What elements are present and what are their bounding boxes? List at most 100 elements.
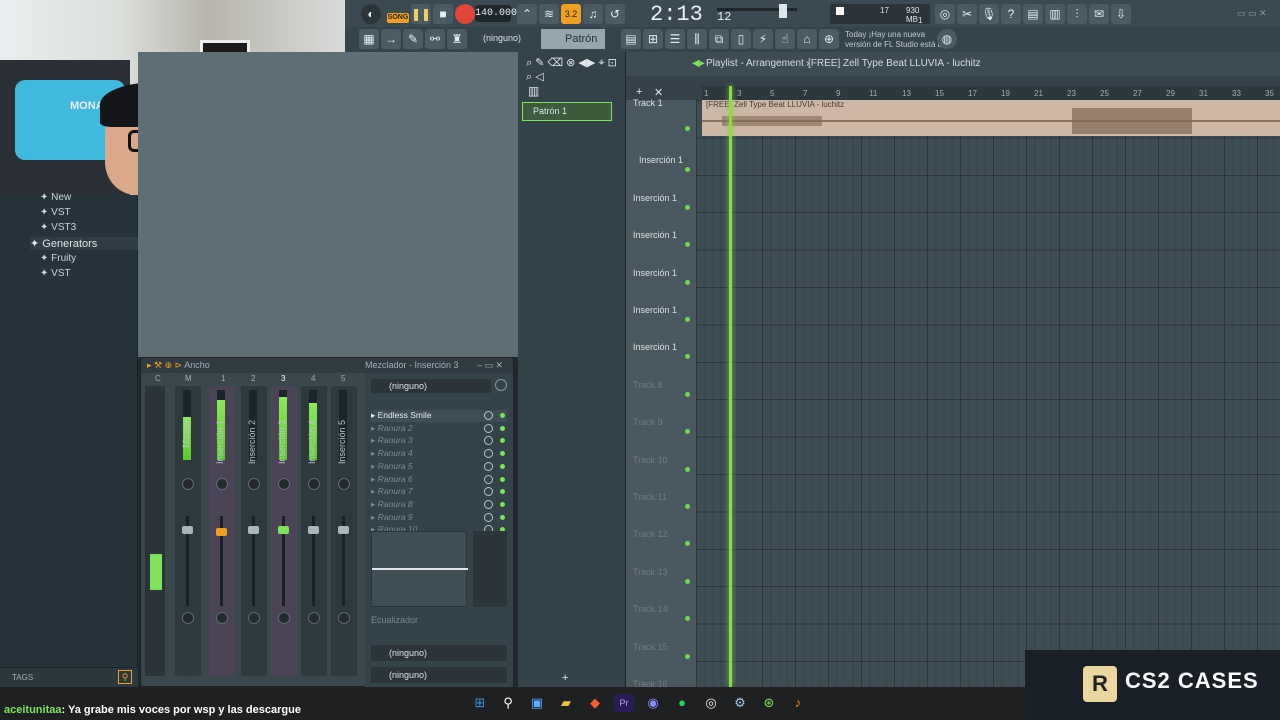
volume-handle[interactable] [779,4,787,18]
time-display[interactable]: 2:13 [650,2,703,27]
tags-bar[interactable]: TAGS ⚲ [0,667,138,687]
preset-select[interactable]: (ninguno) [483,33,521,43]
send-knob[interactable] [338,612,350,624]
track-header[interactable]: Track 12 [629,513,695,549]
link-icon[interactable]: ⚯ [425,29,445,49]
file-icon[interactable]: ▯ [731,29,751,49]
mixer-icon[interactable]: ⫶ [1067,4,1087,24]
slot-enable-led[interactable] [500,425,505,431]
chat-icon[interactable]: ✉ [1089,4,1109,24]
mix-knob[interactable] [484,512,493,522]
globe-icon[interactable]: ◍ [937,29,957,49]
search-taskbar-icon[interactable]: ⚲ [498,694,518,712]
slot-enable-led[interactable] [500,476,505,482]
slot-enable-led[interactable] [500,489,505,495]
effect-slot[interactable]: ▸ Ranura 8 [371,499,507,511]
browser-item-vst[interactable]: ✦ VST [40,207,71,218]
slot-enable-led[interactable] [500,451,505,457]
tools-icon[interactable]: ✂ [957,4,977,24]
track-header[interactable]: Inserción 1 [629,139,695,175]
output-b-select[interactable]: (ninguno) [371,667,507,683]
track-header[interactable]: Track 10 [629,439,695,475]
metronome-icon[interactable]: ⌃ [517,4,537,24]
browser-item-generators[interactable]: ✦ Generators [30,237,138,250]
add-pattern-icon[interactable]: + [562,672,568,684]
pan-knob[interactable] [308,478,320,490]
pencil-icon[interactable]: ✎ [403,29,423,49]
tempo-display[interactable]: 140.000 [475,5,517,22]
slot-enable-led[interactable] [500,463,505,469]
mix-knob[interactable] [484,499,493,509]
stamp-icon[interactable]: ♜ [447,29,467,49]
track-enable-led[interactable] [685,204,690,210]
eq-graph[interactable] [371,531,468,607]
mixer-titlebar[interactable]: ▸ ⚒ ⊕ ⊳ Ancho Mezclador - Inserción 3 – … [141,358,513,373]
loop-record-icon[interactable]: ↺ [605,4,625,24]
channel-rack-icon[interactable]: ☰ [665,29,685,49]
fader-cap[interactable] [308,526,319,534]
slot-enable-led[interactable] [500,413,505,418]
play-arrow-icon[interactable]: ◀▸ [692,58,705,69]
step-edit-icon[interactable]: ♫ [583,4,603,24]
timeline-ruler[interactable]: 1 3 5 7 9 11 13 15 17 19 21 23 25 27 29 31 33 35 [702,86,1280,100]
track-header[interactable]: Inserción 1 [629,326,695,362]
hat-icon[interactable]: ⌂ [797,29,817,49]
send-knob[interactable] [248,612,260,624]
track-header[interactable]: Track 11 [629,476,695,512]
mix-knob[interactable] [484,474,493,484]
spotify-icon[interactable]: ● [672,694,692,712]
track-enable-led[interactable] [685,616,690,622]
mixer-strip[interactable]: Inserción 4 [301,386,327,676]
browser-item-new[interactable]: ✦ New [40,192,71,203]
track-header[interactable]: Track 15 [629,626,695,662]
save-icon[interactable]: ▤ [1023,4,1043,24]
arrangement-grid[interactable] [696,100,1280,687]
mixer-strip[interactable]: Inserción 1 [209,386,235,676]
app-icon[interactable]: ⊛ [759,694,779,712]
effect-slot[interactable]: ▸ Ranura 7 [371,486,507,498]
track-header[interactable]: Track 8 [629,364,695,400]
fl-studio-icon[interactable]: ♪ [788,694,808,712]
track-enable-led[interactable] [685,541,690,547]
track-enable-led[interactable] [685,391,690,397]
track-enable-led[interactable] [685,429,690,435]
browser-item-vst-gen[interactable]: ✦ VST [40,268,71,279]
song-mode-badge[interactable]: SONG [387,13,409,23]
effect-slot[interactable]: ▸ Ranura 4 [371,448,507,460]
pan-knob[interactable] [338,478,350,490]
mix-knob[interactable] [484,449,493,459]
fader-cap[interactable] [278,526,289,534]
track-header[interactable]: Inserción 1 [629,252,695,288]
fader-cap[interactable] [338,526,349,534]
track-enable-led[interactable] [685,578,690,584]
track-enable-led[interactable] [685,504,690,509]
stop-icon[interactable]: ■ [433,4,453,24]
track-header[interactable]: Track 9 [629,401,695,437]
cart-icon[interactable]: ⊕ [819,29,839,49]
pattern-item[interactable]: Patrón 1 [522,102,612,121]
piano-icon[interactable]: ▥ [528,84,539,98]
track-header[interactable]: Track 1 [629,98,695,134]
mix-knob[interactable] [484,487,493,497]
track-header[interactable]: Inserción 1 [629,177,695,213]
pan-knob[interactable] [216,478,228,490]
effect-slot[interactable]: ▸ Ranura 3 [371,435,507,447]
pattern-song-toggle[interactable]: ◐ [361,4,381,24]
track-enable-led[interactable] [685,242,690,248]
clock-icon[interactable] [495,379,507,391]
playlist-tool-icons[interactable]: ⌕ ✎ ⌫ ⊗ ◀▶ ⌖ ⊡ ⌕ ◁ [526,56,626,83]
arrow-right-icon[interactable]: → [381,29,401,49]
record-icon[interactable] [455,4,475,24]
mixer-strip[interactable]: Inserción 2 [241,386,267,676]
effect-slot[interactable]: ▸ Ranura 6 [371,474,507,486]
send-knob[interactable] [216,612,228,624]
pan-knob[interactable] [248,478,260,490]
track-enable-led[interactable] [685,653,690,659]
track-header[interactable]: Inserción 1 [629,289,695,325]
output-a-select[interactable]: (ninguno) [371,645,507,661]
browser-icon[interactable]: ⧉ [709,29,729,49]
track-enable-led[interactable] [685,126,690,131]
snap-display[interactable]: 3.2 [561,4,581,24]
send-knob[interactable] [182,612,194,624]
help-icon[interactable]: ? [1001,4,1021,24]
